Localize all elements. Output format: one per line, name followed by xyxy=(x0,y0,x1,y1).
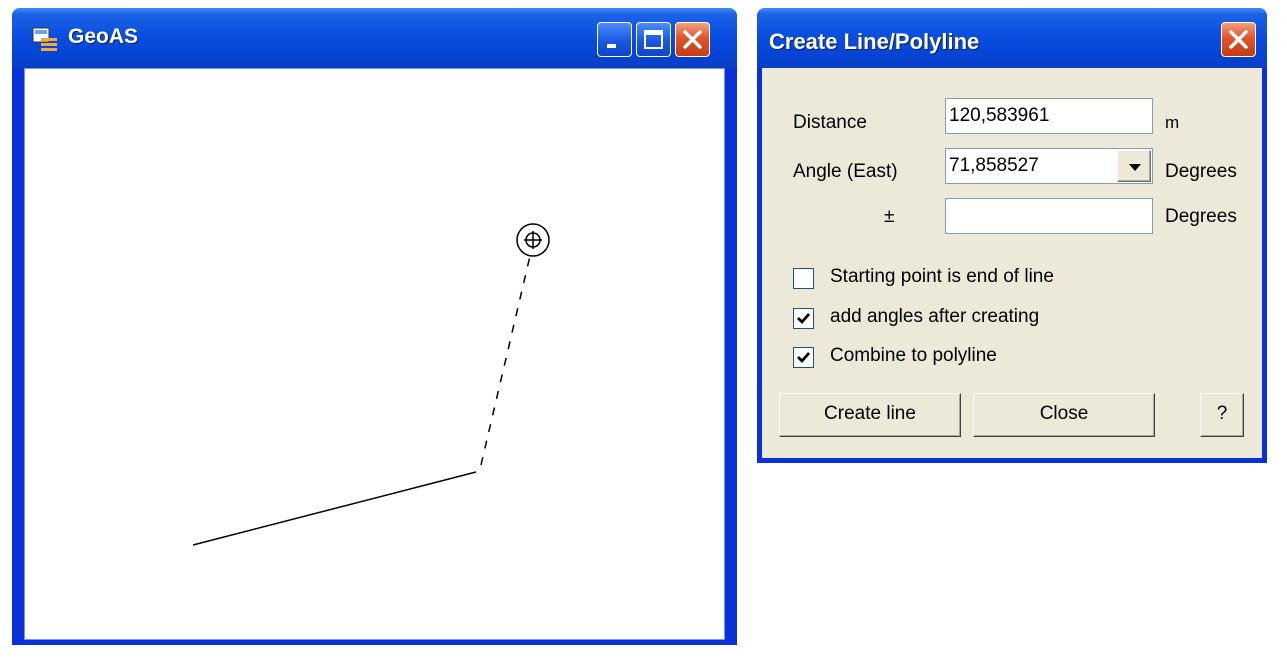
close-icon xyxy=(1222,30,1255,60)
help-button[interactable]: ? xyxy=(1200,393,1244,437)
close-dialog-button[interactable]: Close xyxy=(973,393,1155,437)
dialog-title: Create Line/Polyline xyxy=(769,29,980,54)
window-title: GeoAS xyxy=(68,25,139,48)
distance-unit: m xyxy=(1165,113,1180,132)
distance-input[interactable] xyxy=(945,98,1153,134)
checkbox-box[interactable] xyxy=(793,347,814,368)
minimize-button[interactable] xyxy=(597,22,632,57)
dialog-close-button[interactable] xyxy=(1221,22,1256,57)
create-line-button[interactable]: Create line xyxy=(779,393,961,437)
checkbox-box[interactable] xyxy=(793,268,814,289)
angle-label: Angle (East) xyxy=(793,161,898,182)
geoas-titlebar[interactable]: GeoAS xyxy=(12,8,737,68)
drawing-canvas[interactable] xyxy=(25,69,726,641)
create-line-dialog: Create Line/Polyline Distance m Angle (E… xyxy=(757,8,1267,463)
distance-label: Distance xyxy=(793,112,867,133)
dialog-titlebar[interactable]: Create Line/Polyline xyxy=(757,8,1267,68)
close-button[interactable] xyxy=(675,22,710,57)
tolerance-input[interactable] xyxy=(945,198,1153,234)
map-canvas[interactable] xyxy=(24,68,725,640)
app-icon xyxy=(32,26,58,52)
dialog-body: Distance m Angle (East) Degrees ± Degree… xyxy=(762,68,1262,458)
tolerance-unit: Degrees xyxy=(1165,206,1237,227)
close-icon xyxy=(676,30,709,60)
checkmark-icon xyxy=(797,352,811,364)
tolerance-label: ± xyxy=(884,206,895,227)
minimize-icon xyxy=(598,43,631,60)
polyline-segment xyxy=(192,471,477,546)
checkbox-combine-polyline[interactable]: Combine to polyline xyxy=(793,345,1123,371)
geoas-window: GeoAS xyxy=(12,8,737,645)
checkbox-label: Combine to polyline xyxy=(830,345,997,366)
crosshair-cursor-icon xyxy=(516,223,550,257)
angle-dropdown-button[interactable] xyxy=(1117,150,1151,182)
checkbox-label: add angles after creating xyxy=(830,306,1040,327)
checkbox-starting-point[interactable]: Starting point is end of line xyxy=(793,266,1123,292)
angle-unit: Degrees xyxy=(1165,161,1237,182)
checkmark-icon xyxy=(797,313,811,325)
checkbox-box[interactable] xyxy=(793,308,814,329)
preview-segment xyxy=(480,255,531,466)
checkbox-label: Starting point is end of line xyxy=(830,266,1054,287)
maximize-button[interactable] xyxy=(636,22,671,57)
angle-combobox[interactable] xyxy=(945,148,1153,184)
maximize-icon xyxy=(637,30,670,60)
checkbox-add-angles[interactable]: add angles after creating xyxy=(793,306,1123,332)
